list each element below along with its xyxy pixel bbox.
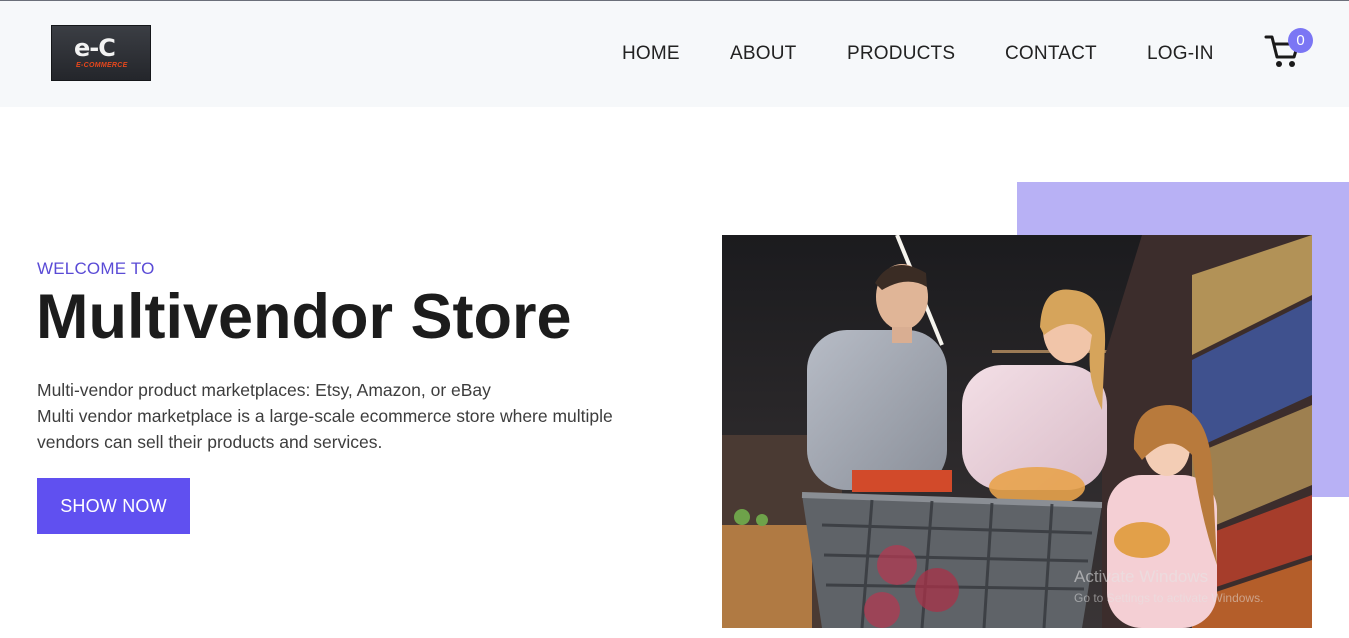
windows-activation-hint: Go to Settings to activate Windows. (1074, 591, 1264, 605)
hero-description-line: vendors can sell their products and serv… (37, 432, 383, 452)
windows-activation-title: Activate Windows (1074, 567, 1209, 586)
hero-description-line: Multi vendor marketplace is a large-scal… (37, 406, 613, 426)
nav-about[interactable]: ABOUT (730, 43, 796, 65)
show-now-button[interactable]: SHOW NOW (37, 478, 190, 534)
logo-subtitle: E-COMMERCE (76, 62, 128, 69)
hero-image (722, 235, 1312, 628)
nav-products[interactable]: PRODUCTS (847, 43, 955, 65)
hero-eyebrow: WELCOME TO (37, 259, 155, 278)
nav-contact[interactable]: CONTACT (1005, 43, 1097, 65)
nav-home[interactable]: HOME (622, 43, 680, 65)
hero-description-line: Multi-vendor product marketplaces: Etsy,… (37, 380, 491, 400)
cart-count-badge: 0 (1288, 28, 1313, 53)
site-header: e-C E-COMMERCE HOME ABOUT PRODUCTS CONTA… (0, 1, 1349, 107)
logo-mark: e-C (74, 34, 116, 62)
nav-login[interactable]: LOG-IN (1147, 43, 1214, 65)
hero-title: Multivendor Store (36, 282, 572, 352)
site-logo[interactable]: e-C E-COMMERCE (51, 25, 151, 81)
